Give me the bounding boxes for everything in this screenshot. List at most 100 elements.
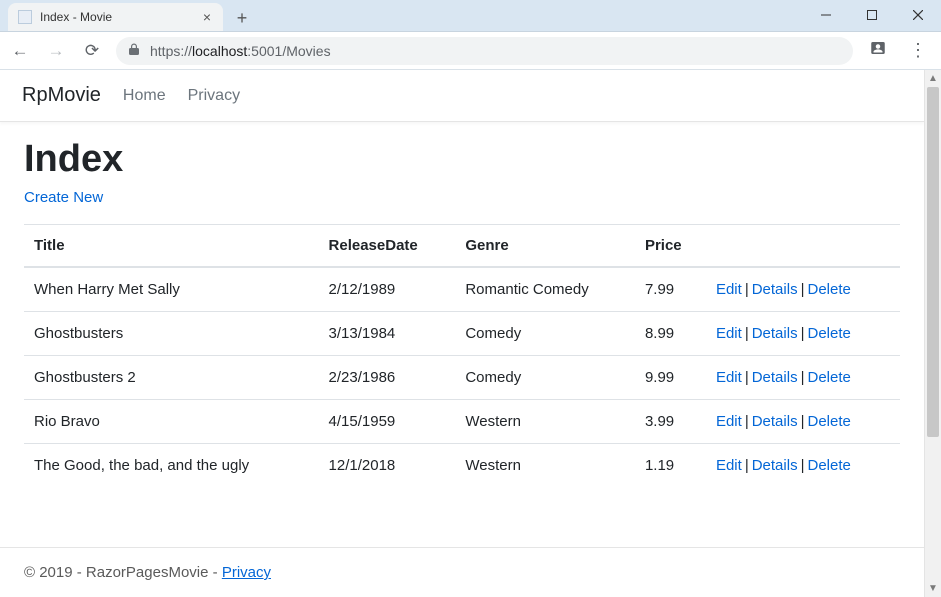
table-row: Ghostbusters3/13/1984Comedy8.99 Edit |Deta… [24, 312, 900, 356]
cell-actions: Edit|Details|Delete [706, 400, 900, 444]
url-text: https://localhost:5001/Movies [150, 43, 331, 59]
separator: | [798, 281, 808, 298]
table-row: Rio Bravo4/15/1959Western3.99Edit|Detail… [24, 400, 900, 444]
page-content: RpMovie Home Privacy Index Create New Ti… [0, 70, 924, 597]
window-close-button[interactable] [895, 0, 941, 30]
tab-close-icon[interactable]: × [201, 9, 213, 25]
back-button[interactable]: ← [8, 41, 32, 61]
url-port: :5001 [247, 43, 282, 59]
edit-link[interactable]: Edit [716, 281, 742, 298]
cell-genre: Western [455, 444, 635, 488]
cell-release: 12/1/2018 [319, 444, 456, 488]
cell-title: Rio Bravo [24, 400, 319, 444]
movies-table: Title ReleaseDate Genre Price When Harry… [24, 224, 900, 487]
cell-title: Ghostbusters 2 [24, 356, 319, 400]
separator: | [798, 457, 808, 474]
cell-actions: Edit|Details|Delete [706, 267, 900, 312]
page-heading: Index [24, 138, 900, 181]
col-releasedate: ReleaseDate [319, 225, 456, 268]
details-link[interactable]: Details [752, 413, 798, 430]
edit-link[interactable]: Edit [716, 325, 742, 342]
footer-privacy-link[interactable]: Privacy [222, 564, 271, 581]
cell-title: The Good, the bad, and the ugly [24, 444, 319, 488]
scrollbar-down-icon[interactable]: ▼ [925, 580, 941, 597]
footer-text: © 2019 - RazorPagesMovie - [24, 564, 222, 581]
details-link[interactable]: Details [752, 369, 798, 386]
separator: | [742, 457, 752, 474]
delete-link[interactable]: Delete [807, 457, 850, 474]
col-title: Title [24, 225, 319, 268]
cell-price: 8.99 [635, 312, 706, 356]
edit-link[interactable]: Edit [716, 457, 742, 474]
table-row: Ghostbusters 22/23/1986Comedy9.99Edit|De… [24, 356, 900, 400]
scrollbar-up-icon[interactable]: ▲ [925, 70, 941, 87]
cell-genre: Western [455, 400, 635, 444]
browser-toolbar: ← → ⟳ https://localhost:5001/Movies ⋮ [0, 32, 941, 70]
cell-actions: Edit|Details|Delete [706, 356, 900, 400]
cell-release: 2/12/1989 [319, 267, 456, 312]
create-new-link[interactable]: Create New [24, 189, 103, 206]
lock-icon [128, 43, 140, 59]
cell-title: When Harry Met Sally [24, 267, 319, 312]
main: Index Create New Title ReleaseDate Genre… [0, 122, 924, 547]
delete-link[interactable]: Delete [807, 281, 850, 298]
brand[interactable]: RpMovie [22, 84, 101, 107]
cell-actions: Edit|Details|Delete [706, 444, 900, 488]
footer: © 2019 - RazorPagesMovie - Privacy [0, 547, 924, 597]
details-link[interactable]: Details [752, 281, 798, 298]
details-link[interactable]: Details [752, 325, 798, 342]
col-actions [706, 225, 900, 268]
tab-title: Index - Movie [40, 10, 193, 24]
close-icon [913, 10, 923, 20]
cell-genre: Comedy [455, 356, 635, 400]
edit-link[interactable]: Edit [716, 413, 742, 430]
nav-link-home[interactable]: Home [123, 87, 166, 105]
minimize-icon [821, 10, 831, 20]
account-icon[interactable] [865, 39, 891, 62]
cell-price: 7.99 [635, 267, 706, 312]
forward-button[interactable]: → [44, 41, 68, 61]
window-minimize-button[interactable] [803, 0, 849, 30]
window-controls [803, 0, 941, 30]
table-row: The Good, the bad, and the ugly12/1/2018… [24, 444, 900, 488]
cell-genre: Comedy [455, 312, 635, 356]
col-genre: Genre [455, 225, 635, 268]
browser-menu-button[interactable]: ⋮ [903, 40, 933, 61]
table-row: When Harry Met Sally2/12/1989Romantic Co… [24, 267, 900, 312]
separator: | [798, 369, 808, 386]
reload-button[interactable]: ⟳ [80, 41, 104, 61]
cell-price: 9.99 [635, 356, 706, 400]
separator: | [798, 413, 808, 430]
delete-link[interactable]: Delete [807, 369, 850, 386]
address-bar[interactable]: https://localhost:5001/Movies [116, 37, 853, 65]
cell-actions: Edit|Details|Delete [706, 312, 900, 356]
delete-link[interactable]: Delete [807, 325, 850, 342]
separator: | [742, 369, 752, 386]
scrollbar-thumb[interactable] [927, 87, 939, 437]
cell-title: Ghostbusters [24, 312, 319, 356]
delete-link[interactable]: Delete [807, 413, 850, 430]
url-scheme: https:// [150, 43, 192, 59]
url-host: localhost [192, 43, 247, 59]
separator: | [798, 325, 808, 342]
cell-release: 3/13/1984 [319, 312, 456, 356]
maximize-icon [867, 10, 877, 20]
tab-favicon [18, 10, 32, 24]
cell-release: 4/15/1959 [319, 400, 456, 444]
new-tab-button[interactable]: + [229, 5, 255, 31]
col-price: Price [635, 225, 706, 268]
cell-genre: Romantic Comedy [455, 267, 635, 312]
nav-link-privacy[interactable]: Privacy [188, 87, 240, 105]
separator: | [742, 413, 752, 430]
cell-release: 2/23/1986 [319, 356, 456, 400]
separator: | [742, 281, 752, 298]
browser-tab[interactable]: Index - Movie × [8, 3, 223, 31]
cell-price: 1.19 [635, 444, 706, 488]
site-navbar: RpMovie Home Privacy [0, 70, 924, 122]
browser-titlebar: Index - Movie × + [0, 0, 941, 32]
cell-price: 3.99 [635, 400, 706, 444]
scrollbar[interactable]: ▲ ▼ [924, 70, 941, 597]
window-maximize-button[interactable] [849, 0, 895, 30]
details-link[interactable]: Details [752, 457, 798, 474]
edit-link[interactable]: Edit [716, 369, 742, 386]
